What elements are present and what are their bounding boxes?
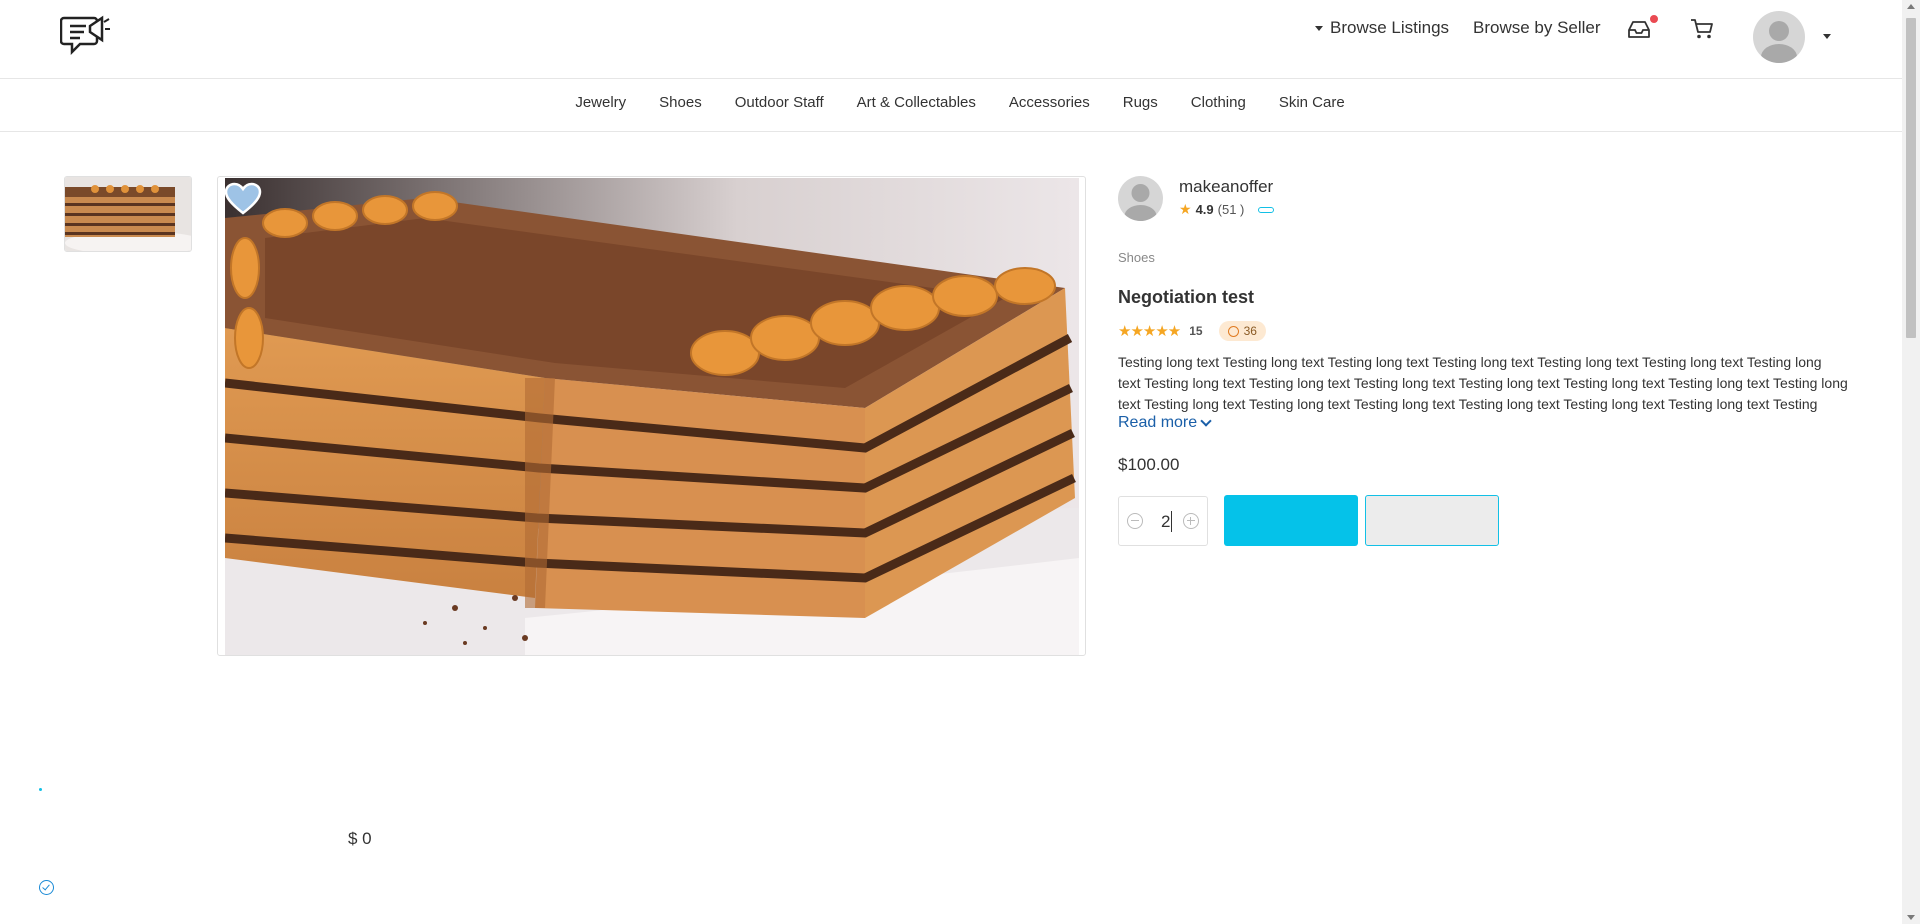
secondary-action-button[interactable] [1365,495,1499,546]
cart-icon[interactable] [1690,18,1714,40]
category-accessories[interactable]: Accessories [1009,94,1090,111]
quantity-input[interactable]: 2 [1161,512,1170,532]
category-shoes[interactable]: Shoes [659,94,702,111]
dropdown-caret-icon [1315,25,1323,31]
timer-count: 36 [1243,324,1257,338]
primary-action-button[interactable] [1224,495,1358,546]
account-dropdown-caret-icon[interactable] [1823,34,1831,39]
category-nav: Jewelry Shoes Outdoor Staff Art & Collec… [0,79,1902,132]
product-rating-row: ★★★★★ 15 36 [1118,321,1266,341]
offers-timer-badge: 36 [1218,321,1266,341]
read-more-link[interactable]: Read more [1118,414,1212,432]
product-category[interactable]: Shoes [1118,250,1155,265]
category-jewelry[interactable]: Jewelry [575,94,626,111]
category-rugs[interactable]: Rugs [1123,94,1158,111]
read-more-label: Read more [1118,414,1198,431]
indicator-dot [39,788,42,791]
product-description: Testing long text Testing long text Test… [1118,354,1848,412]
scroll-down-arrow-icon[interactable] [1907,915,1915,920]
check-circle-icon[interactable] [39,880,54,895]
clock-icon [1227,325,1239,337]
logo-icon[interactable] [60,12,112,66]
product-review-count: 15 [1189,324,1203,338]
minus-icon[interactable] [1127,513,1143,529]
total-amount: $ 0 [348,829,372,848]
text-cursor [1171,511,1172,532]
seller-review-count: (51 ) [1217,202,1245,217]
category-outdoor-staff[interactable]: Outdoor Staff [735,94,824,111]
category-clothing[interactable]: Clothing [1191,94,1246,111]
star-icon: ★ [1179,201,1192,217]
page-scrollbar[interactable] [1902,0,1920,924]
browse-by-seller-link[interactable]: Browse by Seller [1473,18,1601,38]
category-skin-care[interactable]: Skin Care [1279,94,1345,111]
quantity-stepper: 2 [1118,496,1208,546]
browse-listings-link[interactable]: Browse Listings [1315,18,1449,38]
seller-avatar[interactable] [1118,176,1163,221]
scroll-up-arrow-icon[interactable] [1907,4,1915,9]
chevron-down-icon [1200,414,1212,427]
product-image-frame [217,176,1086,656]
seller-rating-score: 4.9 [1195,202,1214,217]
seller-badge-pill [1258,206,1275,213]
favorite-heart-icon[interactable] [224,182,262,216]
inbox-icon[interactable] [1626,18,1652,40]
scrollbar-thumb[interactable] [1906,18,1916,338]
header: Browse Listings Browse by Seller [0,0,1902,79]
product-main-image[interactable] [225,178,1079,655]
plus-icon[interactable] [1183,513,1199,529]
category-art-collectables[interactable]: Art & Collectables [857,94,976,111]
user-avatar[interactable] [1753,11,1805,63]
product-price: $100.00 [1118,455,1180,474]
browse-listings-label: Browse Listings [1330,18,1450,37]
product-title: Negotiation test [1118,287,1255,307]
product-thumbnail[interactable] [64,176,192,252]
seller-name[interactable]: makeanoffer [1179,177,1273,197]
notification-dot [1650,15,1658,23]
product-stars: ★★★★★ [1118,323,1181,340]
seller-rating: ★ 4.9 (51 ) [1179,201,1275,218]
